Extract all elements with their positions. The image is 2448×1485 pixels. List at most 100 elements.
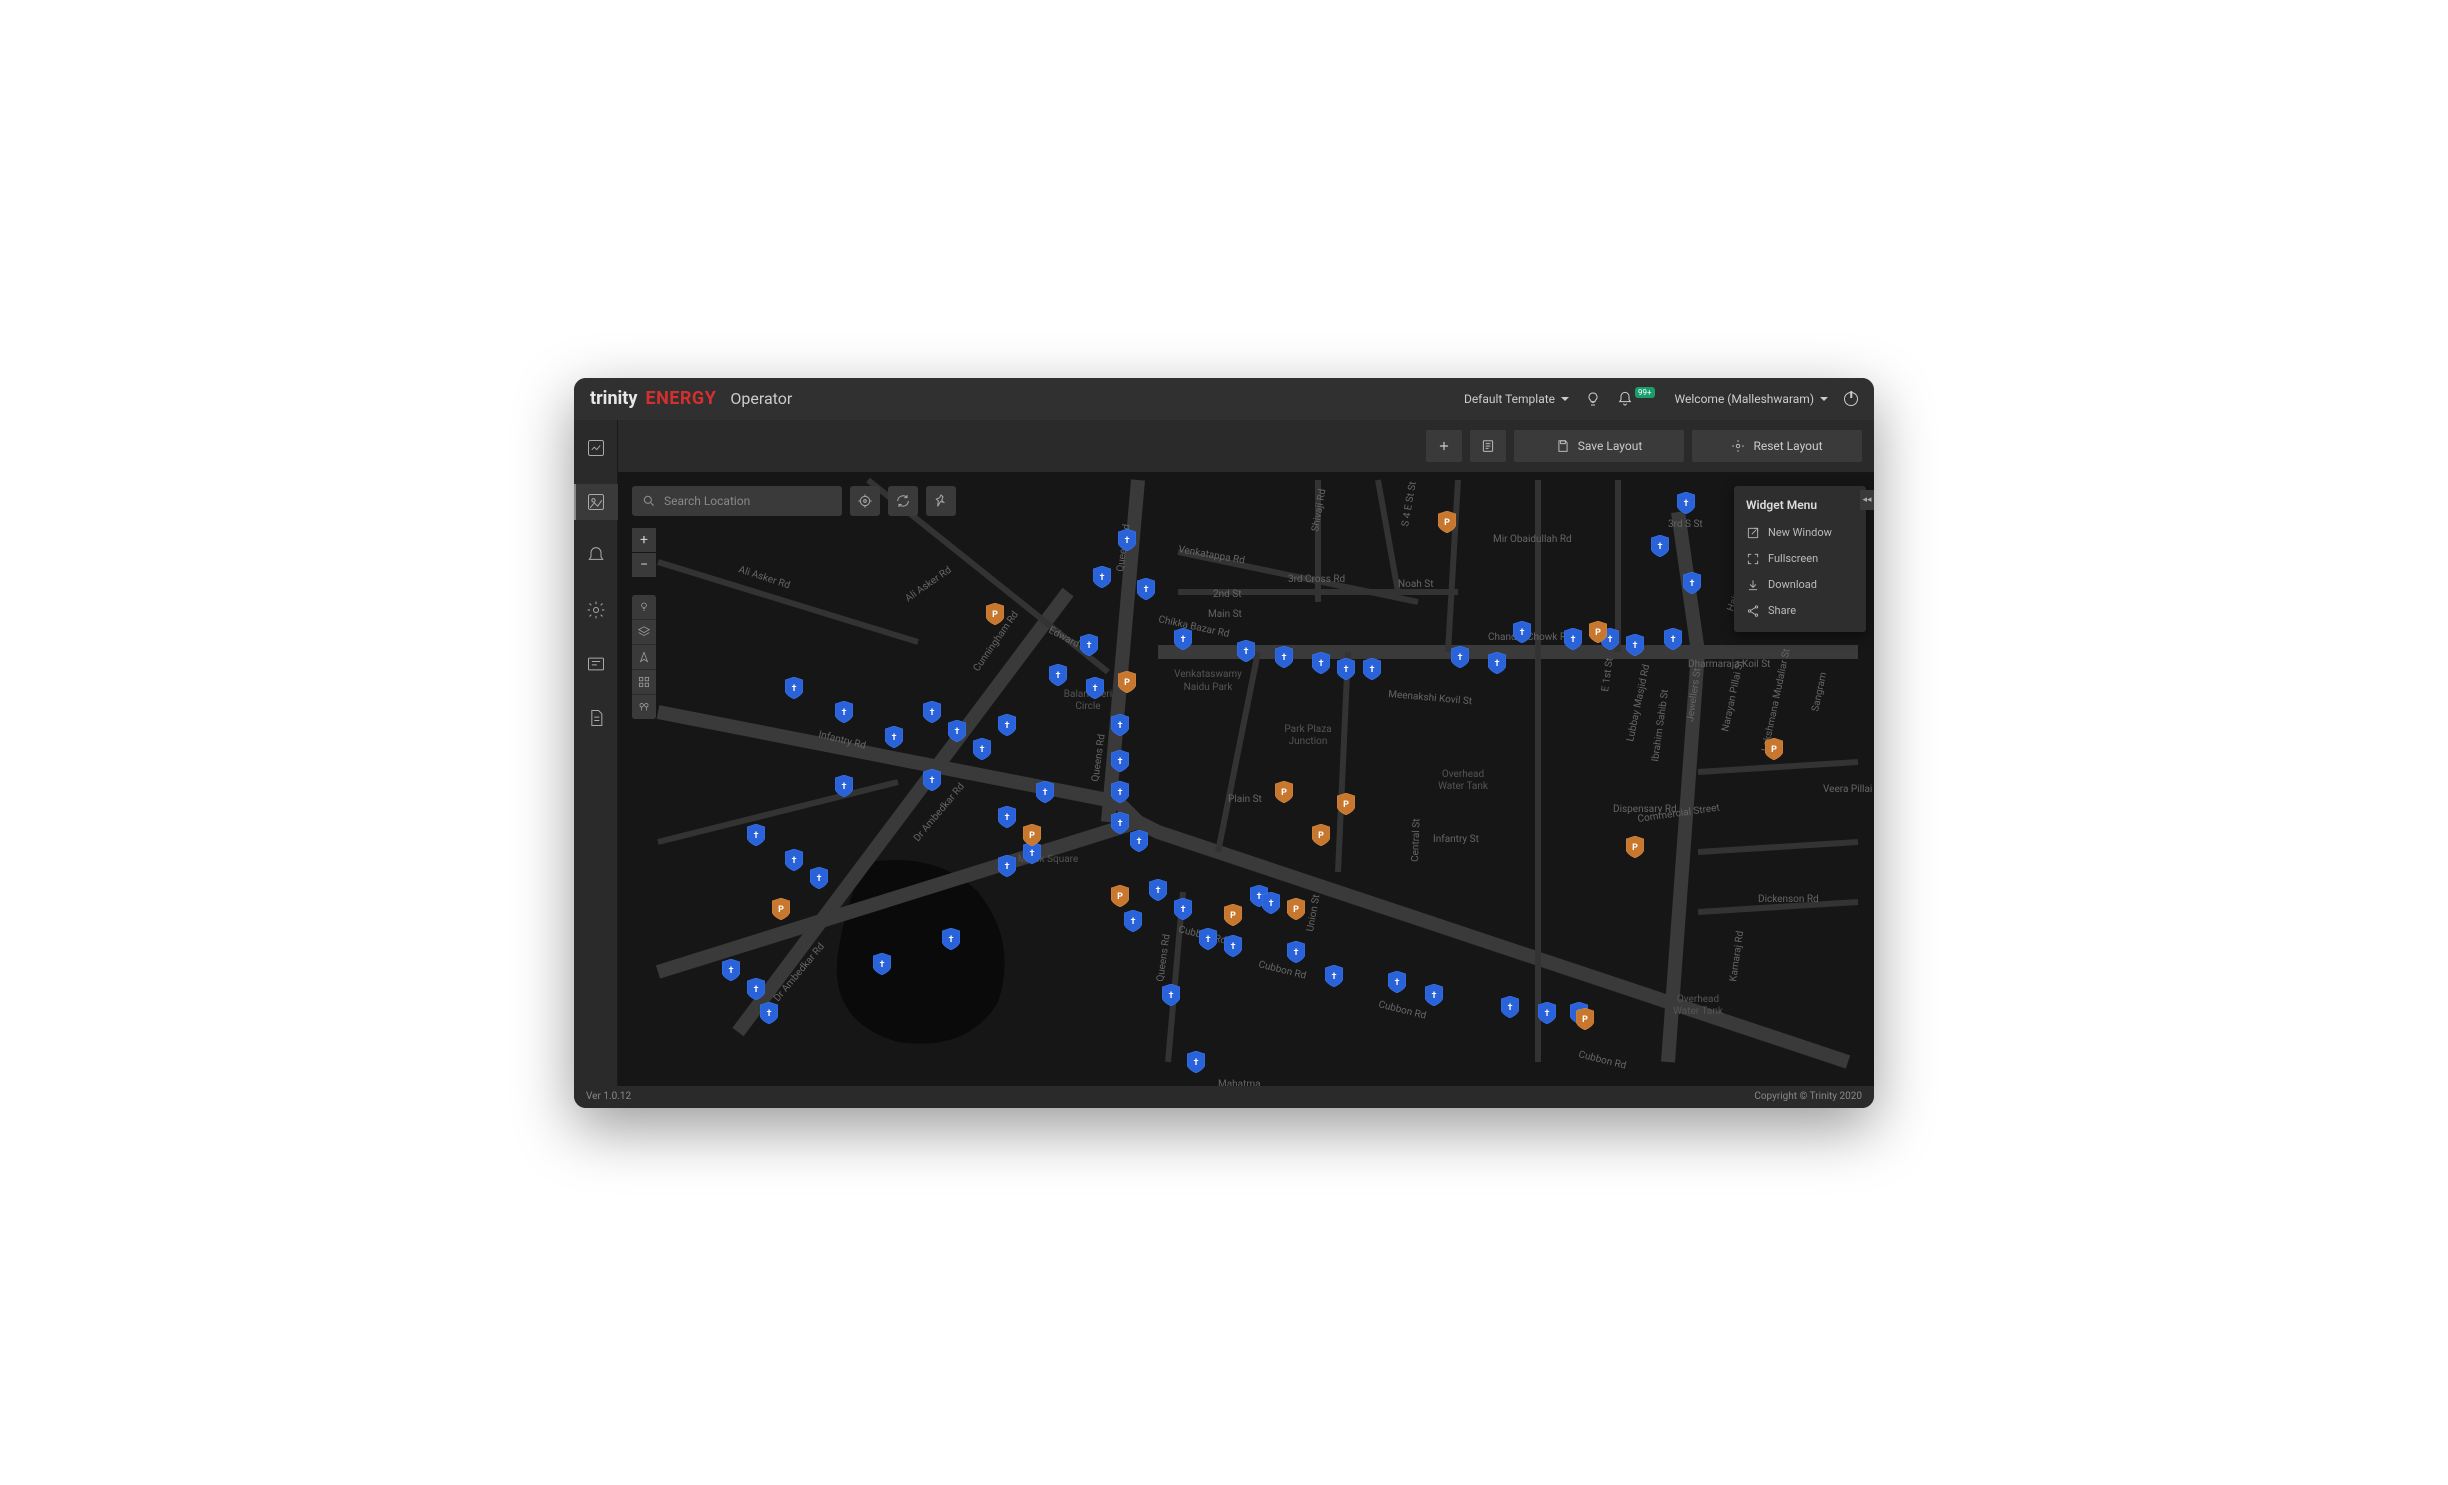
layer-route-button[interactable] [632,645,656,669]
map-marker[interactable]: † [1677,492,1695,514]
sidebar-item-alerts[interactable] [574,538,618,574]
map-marker[interactable]: P [1589,621,1607,643]
save-layout-button[interactable]: Save Layout [1514,430,1684,462]
map-marker[interactable]: † [1451,646,1469,668]
map-marker[interactable]: † [1488,652,1506,674]
map-marker[interactable]: † [1086,677,1104,699]
map-marker[interactable]: P [1023,824,1041,846]
map-marker[interactable]: P [1275,781,1293,803]
map-marker[interactable]: † [1501,996,1519,1018]
map-marker[interactable]: † [1111,812,1129,834]
map-marker[interactable]: † [1137,578,1155,600]
refresh-button[interactable] [888,486,918,516]
map-area[interactable]: Venkatappa Rd 3rd Cross Rd Noah St Chand… [618,472,1874,1086]
map-marker[interactable]: † [1130,830,1148,852]
map-marker[interactable]: † [760,1002,778,1024]
sidebar-item-map[interactable] [574,484,618,520]
map-marker[interactable]: † [1237,640,1255,662]
sidebar-item-reports[interactable] [574,700,618,736]
power-button[interactable] [1844,392,1858,406]
reset-layout-button[interactable]: Reset Layout [1692,430,1862,462]
pin-button[interactable] [926,486,956,516]
map-marker[interactable]: P [1312,824,1330,846]
map-marker[interactable]: † [1651,535,1669,557]
map-marker[interactable]: P [1337,793,1355,815]
widget-menu-new-window[interactable]: New Window [1734,520,1866,546]
map-marker[interactable]: † [948,720,966,742]
map-marker[interactable]: † [873,953,891,975]
map-marker[interactable]: † [1199,928,1217,950]
zoom-out-button[interactable]: − [632,553,656,577]
map-marker[interactable]: P [986,603,1004,625]
map-marker[interactable]: † [1049,664,1067,686]
map-marker[interactable]: † [1118,529,1136,551]
map-marker[interactable]: P [1111,885,1129,907]
map-marker[interactable]: P [1438,511,1456,533]
map-marker[interactable]: † [1538,1002,1556,1024]
collapse-widget-menu[interactable]: ◂◂ [1860,490,1874,510]
map-marker[interactable]: † [1683,572,1701,594]
map-marker[interactable]: † [923,701,941,723]
map-marker[interactable]: † [1287,941,1305,963]
sidebar-item-dashboard[interactable] [574,430,618,466]
list-button[interactable] [1470,430,1506,462]
map-marker[interactable]: † [722,959,740,981]
map-marker[interactable]: † [1626,634,1644,656]
map-marker[interactable]: † [747,824,765,846]
map-marker[interactable]: P [1765,738,1783,760]
map-marker[interactable]: † [1325,965,1343,987]
map-marker[interactable]: † [1149,879,1167,901]
map-marker[interactable]: † [835,775,853,797]
notifications-button[interactable]: 99+ [1617,391,1659,407]
map-marker[interactable]: † [785,849,803,871]
layer-poi-button[interactable] [632,695,656,719]
template-dropdown[interactable]: Default Template [1464,392,1569,406]
layer-grid-button[interactable] [632,670,656,694]
map-marker[interactable]: † [1337,658,1355,680]
map-marker[interactable]: P [772,898,790,920]
map-marker[interactable]: P [1576,1008,1594,1030]
map-marker[interactable]: † [998,714,1016,736]
search-box[interactable] [632,486,842,516]
locate-button[interactable] [850,486,880,516]
map-marker[interactable]: † [1111,714,1129,736]
map-marker[interactable]: † [1111,750,1129,772]
map-marker[interactable]: P [1626,836,1644,858]
map-marker[interactable]: † [1162,984,1180,1006]
widget-menu-share[interactable]: Share [1734,598,1866,624]
map-marker[interactable]: † [1363,658,1381,680]
bulb-button[interactable] [1585,391,1601,407]
map-marker[interactable]: † [835,701,853,723]
layer-stack-button[interactable] [632,620,656,644]
map-marker[interactable]: † [942,928,960,950]
map-marker[interactable]: † [1312,652,1330,674]
map-marker[interactable]: † [923,769,941,791]
map-marker[interactable]: † [1425,984,1443,1006]
map-marker[interactable]: † [810,867,828,889]
map-marker[interactable]: † [1080,634,1098,656]
map-marker[interactable]: † [1513,621,1531,643]
search-input[interactable] [664,494,832,508]
map-marker[interactable]: † [1174,898,1192,920]
map-marker[interactable]: † [1388,971,1406,993]
zoom-in-button[interactable]: + [632,528,656,552]
add-widget-button[interactable] [1426,430,1462,462]
map-marker[interactable]: † [1275,646,1293,668]
sidebar-item-devices[interactable] [574,646,618,682]
map-marker[interactable]: † [1093,566,1111,588]
map-marker[interactable]: P [1287,898,1305,920]
map-marker[interactable]: P [1224,904,1242,926]
map-marker[interactable]: P [1118,671,1136,693]
map-marker[interactable]: † [998,806,1016,828]
user-dropdown[interactable]: Welcome (Malleshwaram) [1675,392,1828,406]
map-marker[interactable]: † [1664,628,1682,650]
map-marker[interactable]: † [1564,628,1582,650]
map-marker[interactable]: † [1262,892,1280,914]
map-marker[interactable]: † [1111,781,1129,803]
map-marker[interactable]: † [785,677,803,699]
map-marker[interactable]: † [885,726,903,748]
map-marker[interactable]: † [1036,781,1054,803]
widget-menu-download[interactable]: Download [1734,572,1866,598]
map-marker[interactable]: † [1187,1051,1205,1073]
sidebar-item-settings[interactable] [574,592,618,628]
